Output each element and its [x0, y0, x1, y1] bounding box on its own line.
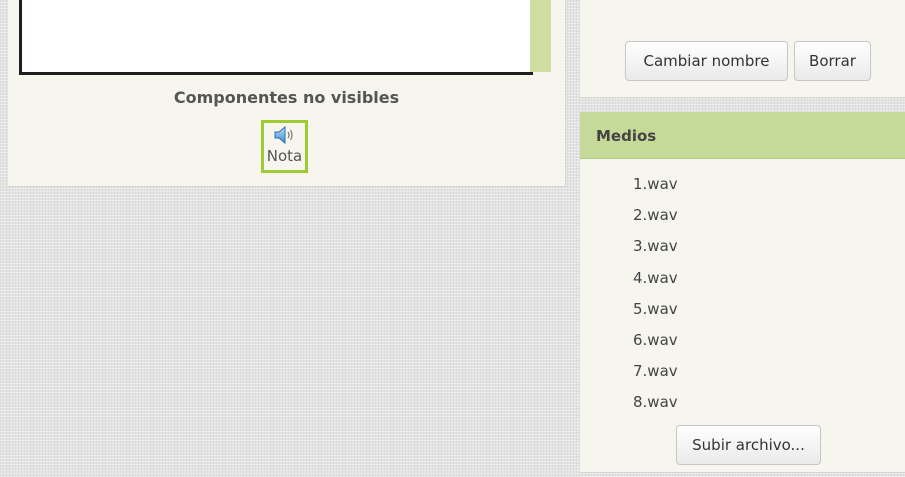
phone-screen-preview[interactable]	[19, 0, 533, 75]
delete-button[interactable]: Borrar	[794, 41, 871, 81]
viewer-panel: Componentes no visibles Nota	[8, 0, 566, 187]
rename-button[interactable]: Cambiar nombre	[625, 41, 788, 81]
nonvisible-component-nota[interactable]: Nota	[261, 120, 308, 173]
phone-screen-scrollbar[interactable]	[530, 0, 551, 72]
component-actions-panel: Cambiar nombre Borrar	[580, 0, 905, 98]
media-file-item[interactable]: 3.wav	[633, 236, 678, 267]
speaker-icon	[274, 125, 293, 145]
media-file-item[interactable]: 4.wav	[633, 268, 678, 299]
media-file-item[interactable]: 1.wav	[633, 174, 678, 205]
nonvisible-components-title: Componentes no visibles	[173, 88, 400, 107]
upload-file-button[interactable]: Subir archivo...	[676, 425, 821, 465]
nonvisible-component-label: Nota	[266, 147, 303, 165]
media-file-item[interactable]: 7.wav	[633, 361, 678, 392]
media-file-list: 1.wav 2.wav 3.wav 4.wav 5.wav 6.wav 7.wa…	[633, 174, 678, 424]
media-panel: Medios 1.wav 2.wav 3.wav 4.wav 5.wav 6.w…	[580, 112, 905, 473]
media-panel-title: Medios	[596, 127, 657, 145]
media-file-item[interactable]: 8.wav	[633, 392, 678, 423]
media-file-item[interactable]: 2.wav	[633, 205, 678, 236]
media-panel-header: Medios	[580, 112, 905, 159]
media-file-item[interactable]: 6.wav	[633, 330, 678, 361]
media-file-item[interactable]: 5.wav	[633, 299, 678, 330]
